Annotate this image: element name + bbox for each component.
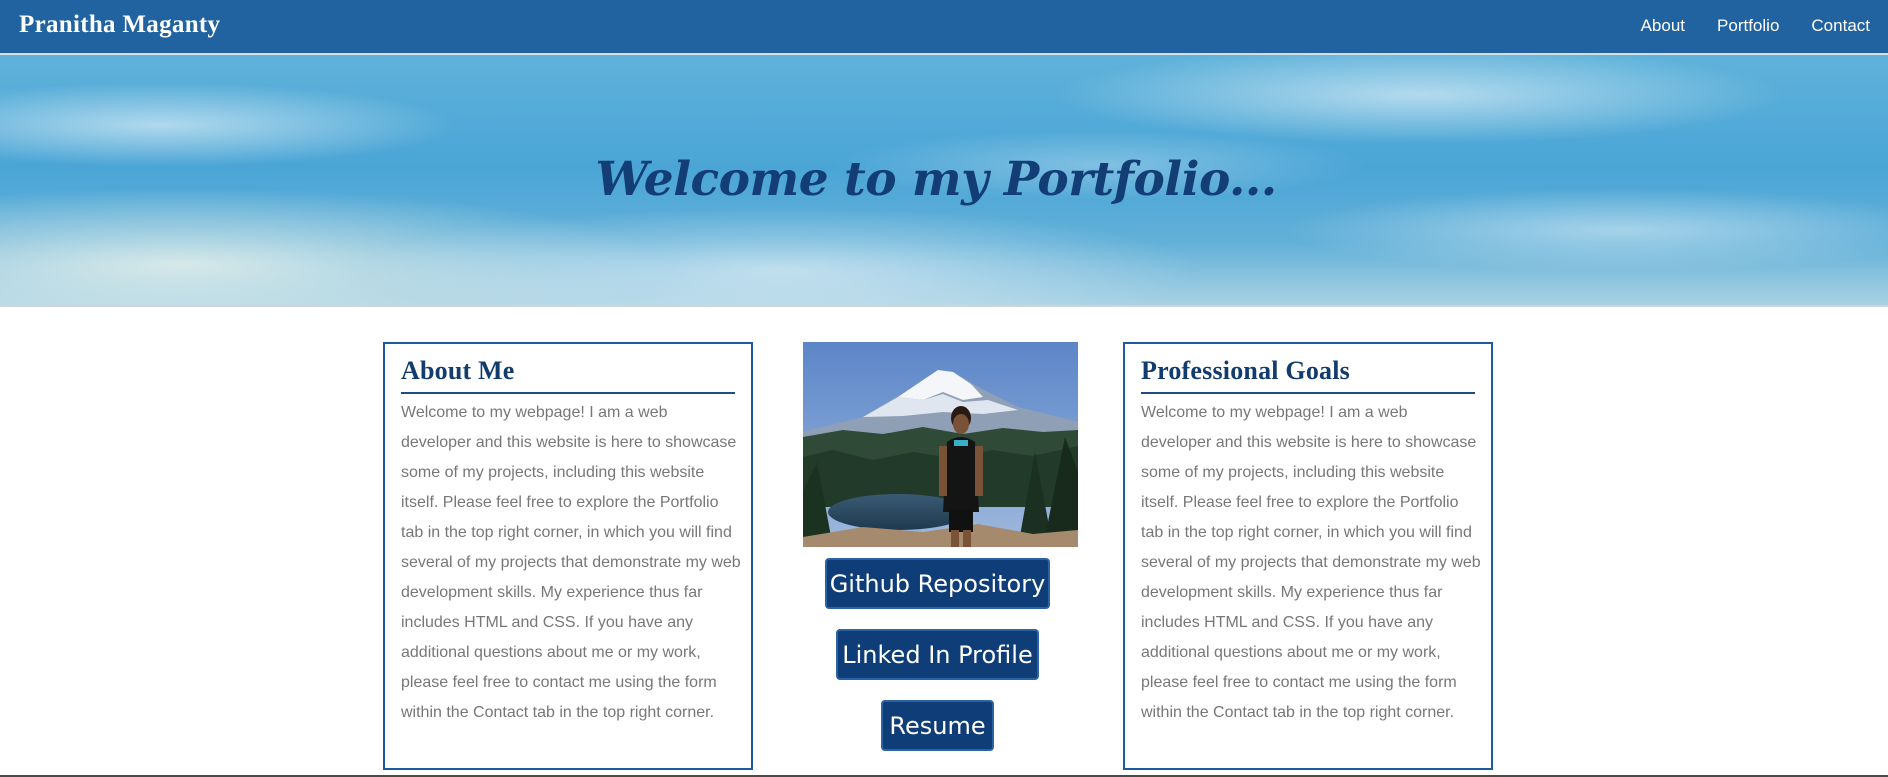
professional-goals-text: Welcome to my webpage! I am a web develo…: [1141, 404, 1481, 721]
github-repository-button[interactable]: Github Repository: [825, 558, 1050, 609]
nav-link-contact[interactable]: Contact: [1811, 16, 1870, 36]
top-navbar: Pranitha Maganty About Portfolio Contact: [0, 0, 1888, 55]
nav-link-about[interactable]: About: [1641, 16, 1685, 36]
about-me-title: About Me: [401, 356, 735, 394]
profile-photo: [803, 342, 1078, 547]
nav-link-portfolio[interactable]: Portfolio: [1717, 16, 1779, 36]
professional-goals-card: Professional Goals Welcome to my webpage…: [1123, 342, 1493, 770]
mountain-photo-image: [803, 342, 1078, 547]
hero-title: Welcome to my Portfolio...: [595, 152, 1277, 207]
about-me-card: About Me Welcome to my webpage! I am a w…: [383, 342, 753, 770]
brand-logo-link[interactable]: Pranitha Maganty: [19, 11, 220, 39]
resume-button[interactable]: Resume: [881, 700, 994, 751]
hero-banner: Welcome to my Portfolio...: [0, 55, 1888, 307]
nav-links: About Portfolio Contact: [1641, 16, 1870, 36]
linkedin-profile-button[interactable]: Linked In Profile: [836, 629, 1039, 680]
professional-goals-title: Professional Goals: [1141, 356, 1475, 394]
about-me-text: Welcome to my webpage! I am a web develo…: [401, 404, 741, 721]
